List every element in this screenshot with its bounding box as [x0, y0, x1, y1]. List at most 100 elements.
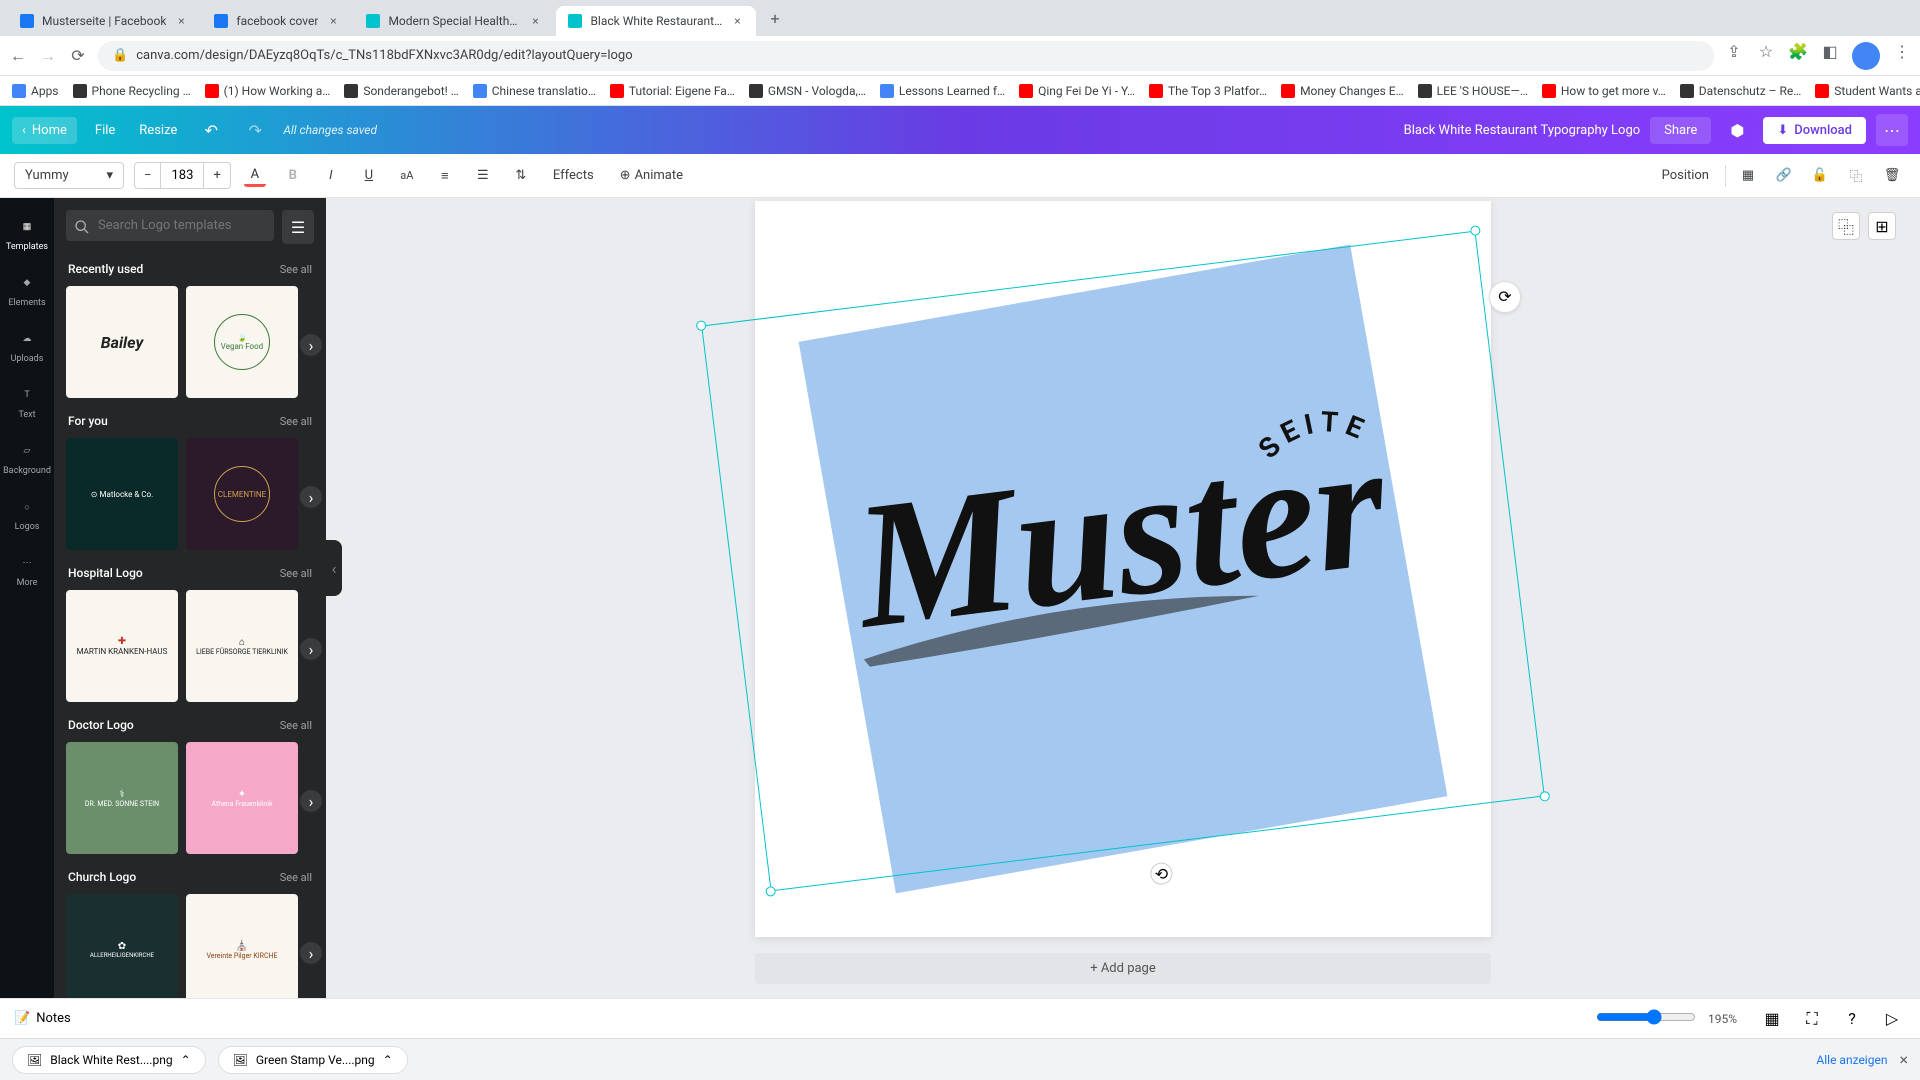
grid-view-button[interactable]: ▦	[1758, 1005, 1786, 1033]
template-card[interactable]: ✦Athena Frauenklinik	[186, 742, 298, 854]
zoom-percent[interactable]: 195%	[1708, 1012, 1746, 1026]
close-icon[interactable]: ×	[326, 14, 340, 28]
italic-button[interactable]: I	[317, 162, 345, 190]
template-card[interactable]: 🍃Vegan Food	[186, 286, 298, 398]
floating-undo-button[interactable]: ⟳	[1489, 281, 1521, 313]
add-page-button[interactable]: + Add page	[755, 953, 1491, 984]
bookmark[interactable]: Qing Fei De Yi - Y…	[1019, 84, 1135, 98]
download-button[interactable]: ⬇Download	[1763, 117, 1866, 144]
uppercase-button[interactable]: aA	[393, 162, 421, 190]
menu-icon[interactable]: ⋮	[1892, 42, 1912, 62]
delete-button[interactable]: 🗑	[1878, 162, 1906, 190]
next-button[interactable]: ›	[300, 942, 322, 964]
font-selector[interactable]: Yummy▾	[14, 162, 124, 189]
see-all-link[interactable]: See all	[280, 263, 312, 276]
url-input[interactable]: 🔒 canva.com/design/DAEyzq8OqTs/c_TNs118b…	[98, 41, 1714, 71]
bookmark[interactable]: How to get more v…	[1542, 84, 1666, 98]
decrease-size-button[interactable]: −	[135, 163, 160, 188]
close-icon[interactable]: ×	[730, 14, 744, 28]
animate-button[interactable]: ⊕Animate	[612, 164, 691, 187]
increase-size-button[interactable]: +	[204, 163, 229, 188]
redo-button[interactable]: ↷	[239, 114, 271, 146]
bookmark[interactable]: Money Changes E…	[1281, 84, 1404, 98]
resize-menu[interactable]: Resize	[133, 119, 183, 142]
bookmark[interactable]: Chinese translatio…	[473, 84, 596, 98]
bookmark[interactable]: Datenschutz – Re…	[1680, 84, 1802, 98]
extension-icon[interactable]: 🧩	[1788, 42, 1808, 62]
profile-avatar[interactable]	[1852, 42, 1880, 70]
collapse-panel-button[interactable]: ‹	[326, 540, 342, 596]
chart-icon[interactable]: ⬢	[1721, 114, 1753, 146]
resize-handle[interactable]	[765, 886, 776, 897]
apps-button[interactable]: Apps	[12, 84, 59, 98]
selection-box[interactable]: ⟲	[701, 231, 1545, 892]
template-card[interactable]: ⊙ Matlocke & Co.	[66, 438, 178, 550]
next-button[interactable]: ›	[300, 334, 322, 356]
template-card[interactable]: ✚MARTIN KRANKEN-HAUS	[66, 590, 178, 702]
forward-icon[interactable]: →	[38, 46, 58, 66]
bookmark[interactable]: The Top 3 Platfor…	[1149, 84, 1267, 98]
show-all-downloads[interactable]: Alle anzeigen	[1816, 1053, 1887, 1067]
text-color-button[interactable]: A	[241, 162, 269, 190]
rail-templates[interactable]: ▦Templates	[0, 206, 54, 262]
resize-handle[interactable]	[1539, 791, 1550, 802]
template-card[interactable]: ⛪Vereinte Pilger KIRCHE	[186, 894, 298, 998]
bookmark[interactable]: LEE 'S HOUSE—…	[1418, 84, 1528, 98]
close-icon[interactable]: ×	[174, 14, 188, 28]
spacing-button[interactable]: ⇅	[507, 162, 535, 190]
bookmark[interactable]: Tutorial: Eigene Fa…	[610, 84, 735, 98]
duplicate-button[interactable]: ⿻	[1842, 162, 1870, 190]
publish-button[interactable]: ⋯	[1876, 114, 1908, 146]
chevron-up-icon[interactable]: ⌃	[181, 1053, 191, 1067]
bold-button[interactable]: B	[279, 162, 307, 190]
share-icon[interactable]: ⇪	[1724, 42, 1744, 62]
template-card[interactable]: ⚕DR. MED. SONNE STEIN	[66, 742, 178, 854]
chevron-up-icon[interactable]: ⌃	[383, 1053, 393, 1067]
tab-3-active[interactable]: Black White Restaurant Typo×	[556, 6, 756, 36]
back-icon[interactable]: ←	[8, 46, 28, 66]
link-button[interactable]: 🔗	[1770, 162, 1798, 190]
font-size-input[interactable]	[160, 163, 204, 188]
next-button[interactable]: ›	[300, 638, 322, 660]
rail-more[interactable]: ⋯More	[0, 542, 54, 598]
search-input[interactable]	[66, 210, 274, 241]
copy-page-button[interactable]: ⿻	[1832, 212, 1860, 240]
list-button[interactable]: ☰	[469, 162, 497, 190]
template-card[interactable]: CLEMENTINE	[186, 438, 298, 550]
zoom-slider[interactable]	[1596, 1009, 1696, 1029]
download-item[interactable]: 🖼Green Stamp Ve....png⌃	[218, 1046, 408, 1074]
close-downloads-bar[interactable]: ×	[1899, 1050, 1908, 1069]
underline-button[interactable]: U	[355, 162, 383, 190]
see-all-link[interactable]: See all	[280, 567, 312, 580]
lock-button[interactable]: 🔓	[1806, 162, 1834, 190]
star-icon[interactable]: ☆	[1756, 42, 1776, 62]
rail-uploads[interactable]: ☁Uploads	[0, 318, 54, 374]
reload-icon[interactable]: ⟳	[68, 46, 88, 66]
resize-handle[interactable]	[696, 320, 707, 331]
notes-button[interactable]: 📝Notes	[14, 1011, 71, 1026]
file-menu[interactable]: File	[89, 119, 121, 142]
tab-2[interactable]: Modern Special Healthy Food×	[354, 6, 554, 36]
document-title[interactable]: Black White Restaurant Typography Logo	[1404, 123, 1641, 138]
see-all-link[interactable]: See all	[280, 415, 312, 428]
align-button[interactable]: ≡	[431, 162, 459, 190]
new-tab-button[interactable]: +	[758, 1, 791, 36]
download-item[interactable]: 🖼Black White Rest....png⌃	[12, 1046, 206, 1074]
see-all-link[interactable]: See all	[280, 719, 312, 732]
bookmark[interactable]: (1) How Working a…	[205, 84, 331, 98]
help-button[interactable]: ?	[1838, 1005, 1866, 1033]
undo-button[interactable]: ↶	[195, 114, 227, 146]
design-page[interactable]: Muster SEITE ⟲ ⟳	[755, 201, 1491, 937]
fullscreen-button[interactable]: ⛶	[1798, 1005, 1826, 1033]
template-card[interactable]: ✿ALLERHEILIGENKIRCHE	[66, 894, 178, 998]
rail-background[interactable]: ▱Background	[0, 430, 54, 486]
extension-icon[interactable]: ◧	[1820, 42, 1840, 62]
filter-button[interactable]: ☰	[282, 210, 314, 244]
next-button[interactable]: ›	[300, 486, 322, 508]
tab-0[interactable]: Musterseite | Facebook×	[8, 6, 200, 36]
transparency-button[interactable]: ▦	[1734, 162, 1762, 190]
bookmark[interactable]: Lessons Learned f…	[880, 84, 1005, 98]
effects-button[interactable]: Effects	[545, 164, 602, 187]
position-button[interactable]: Position	[1654, 164, 1717, 187]
rail-elements[interactable]: ◆Elements	[0, 262, 54, 318]
